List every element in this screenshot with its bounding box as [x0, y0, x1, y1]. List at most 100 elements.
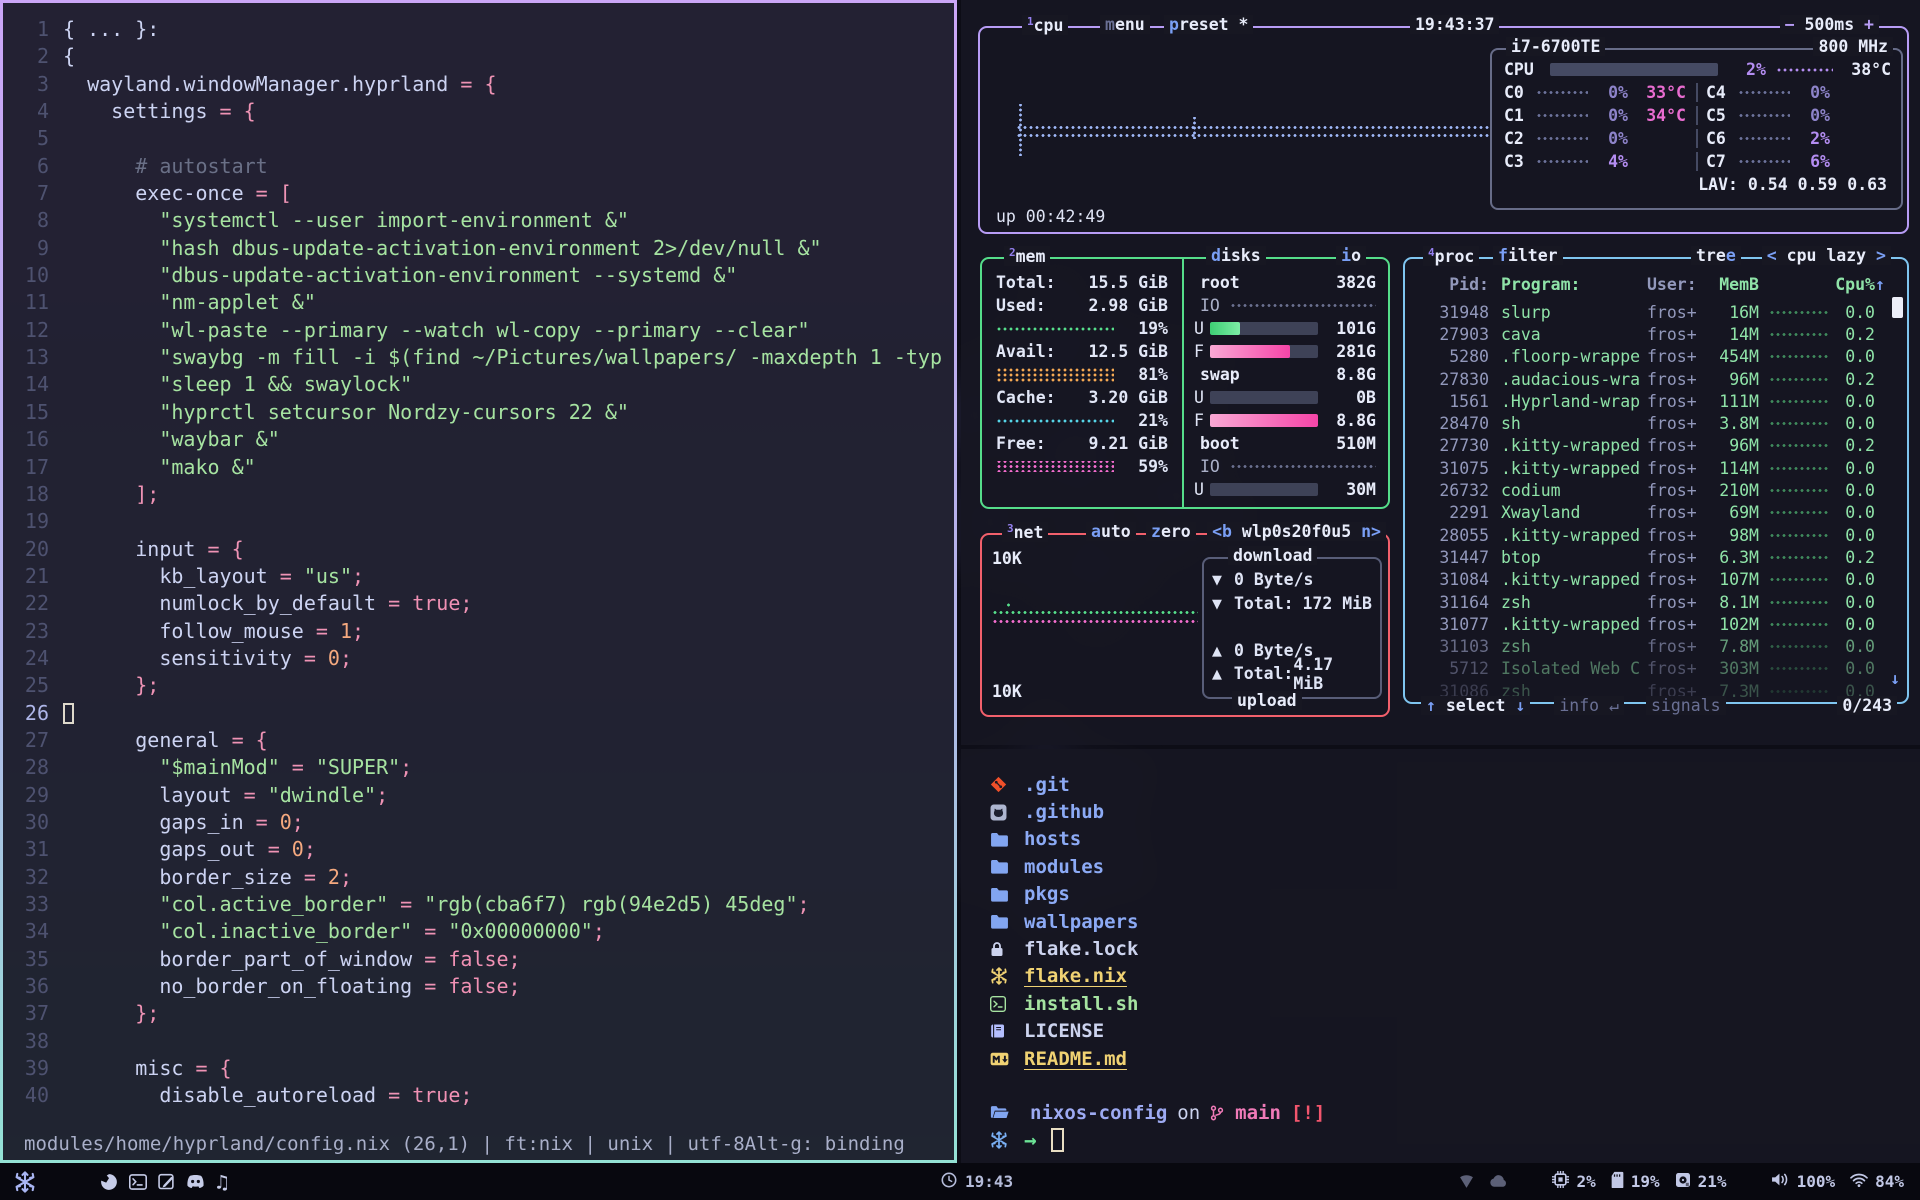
uptime: up 00:42:49 — [996, 207, 1105, 226]
process-row[interactable]: 31948slurpfros+16M0.0 — [1419, 301, 1893, 323]
refresh-rate-control[interactable]: − 500ms + — [1780, 15, 1879, 34]
floorp-taskbar-icon[interactable] — [100, 1172, 118, 1192]
process-row[interactable]: 1561.Hyprland-wrapfros+111M0.0 — [1419, 390, 1893, 412]
code-line: 38 — [3, 1028, 954, 1055]
mem-box: 2mem disks io Total:15.5 GiBUsed:2.98 Gi… — [980, 257, 1390, 509]
line-number: 38 — [3, 1028, 49, 1055]
files-terminal[interactable]: .git.githubhostsmodulespkgswallpapersfla… — [961, 749, 1920, 1163]
line-number: 29 — [3, 782, 49, 809]
clock-readout: 19:43:37 — [1410, 15, 1499, 34]
tray-cloud-icon[interactable] — [1489, 1175, 1508, 1188]
tab-proc[interactable]: 4proc — [1423, 246, 1479, 266]
scrollbar-thumb[interactable] — [1892, 297, 1903, 318]
process-row[interactable]: 31084.kitty-wrappedfros+107M0.0 — [1419, 569, 1893, 591]
process-row[interactable]: 28470shfros+3.8M0.0 — [1419, 412, 1893, 434]
tab-auto[interactable]: auto — [1086, 522, 1136, 541]
process-row[interactable]: 28055.kitty-wrappedfros+98M0.0 — [1419, 524, 1893, 546]
code-line: 29 layout = "dwindle"; — [3, 782, 954, 809]
editor-pane[interactable]: 1{ ... }:2{3 wayland.windowManager.hyprl… — [3, 3, 954, 1160]
terminal-taskbar-icon[interactable] — [129, 1172, 147, 1192]
shell-input-line[interactable]: → — [990, 1126, 1325, 1153]
process-row[interactable]: 26732codiumfros+210M0.0 — [1419, 479, 1893, 501]
speaker-icon — [1771, 1172, 1790, 1191]
taskbar-clock[interactable]: 19:43 — [941, 1172, 1013, 1192]
process-table-header: Pid: Program: User: MemB Cpu% ↑ — [1419, 275, 1893, 294]
clock-icon — [941, 1172, 957, 1192]
tray-wifi-fan-icon[interactable] — [1459, 1175, 1474, 1188]
line-number: 5 — [3, 125, 49, 152]
notes-taskbar-icon[interactable] — [158, 1172, 175, 1192]
wifi-module[interactable]: 84% — [1850, 1172, 1904, 1191]
disk-bar-row: F8.8G — [1194, 409, 1376, 432]
music-taskbar-icon[interactable]: ♫ — [216, 1172, 228, 1192]
scroll-down-icon[interactable]: ↓ — [1890, 669, 1900, 688]
tab-menu[interactable]: menu — [1100, 15, 1150, 34]
code-line: 12 "wl-paste --primary --watch wl-copy -… — [3, 317, 954, 344]
filter-button[interactable]: filter — [1493, 246, 1563, 265]
disk-bar-row: U0B — [1194, 386, 1376, 409]
process-row[interactable]: 27730.kitty-wrappedfros+96M0.2 — [1419, 435, 1893, 457]
line-number: 3 — [3, 71, 49, 98]
cpu-total-row: CPU 2% 38°C — [1504, 58, 1891, 81]
code-line: 26 — [3, 700, 954, 727]
process-row[interactable]: 5280.floorp-wrappefros+454M0.0 — [1419, 346, 1893, 368]
git-icon — [990, 776, 1014, 793]
line-number: 40 — [3, 1082, 49, 1109]
chip-module[interactable]: 2% — [1552, 1171, 1595, 1192]
file-name: flake.lock — [1024, 938, 1138, 960]
process-row[interactable]: 31447btopfros+6.3M0.2 — [1419, 546, 1893, 568]
file-name: wallpapers — [1024, 911, 1138, 933]
code-line: 28 "$mainMod" = "SUPER"; — [3, 754, 954, 781]
disk-io-row: IO — [1194, 455, 1376, 478]
process-row[interactable]: 31075.kitty-wrappedfros+114M0.0 — [1419, 457, 1893, 479]
code-line: 17 "mako &" — [3, 454, 954, 481]
line-number: 16 — [3, 426, 49, 453]
process-row[interactable]: 27830.audacious-wrafros+96M0.2 — [1419, 368, 1893, 390]
disk-module[interactable]: 21% — [1675, 1172, 1727, 1192]
nix-shell-icon — [990, 1131, 1014, 1149]
code-line: 4 settings = { — [3, 98, 954, 125]
process-row[interactable]: 27903cavafros+14M0.2 — [1419, 323, 1893, 345]
tree-toggle[interactable]: tree — [1691, 246, 1741, 265]
line-number: 24 — [3, 645, 49, 672]
process-row[interactable]: 2291Xwaylandfros+69M0.0 — [1419, 502, 1893, 524]
tab-net[interactable]: 3net — [1002, 522, 1048, 542]
process-row[interactable]: 31077.kitty-wrappedfros+102M0.0 — [1419, 613, 1893, 635]
tab-cpu[interactable]: 1cpu — [1022, 15, 1068, 35]
line-number: 2 — [3, 43, 49, 70]
taskbar: ♫ 19:43 2% 19% 21% 100% 84% — [0, 1163, 1920, 1200]
info-button[interactable]: info ↵ — [1554, 696, 1624, 715]
line-number: 19 — [3, 508, 49, 535]
code-line: 16 "waybar &" — [3, 426, 954, 453]
tab-preset[interactable]: preset * — [1164, 15, 1253, 34]
github-icon — [990, 804, 1014, 821]
process-row[interactable]: 31103zshfros+7.8M0.0 — [1419, 635, 1893, 657]
shell-icon — [990, 996, 1014, 1012]
sort-selector[interactable]: < cpu lazy > — [1762, 246, 1891, 265]
mem-stat-row: Avail:12.5 GiB — [996, 340, 1168, 363]
code-line: 31 gaps_out = 0; — [3, 836, 954, 863]
file-name: modules — [1024, 856, 1104, 878]
signals-button[interactable]: signals — [1646, 696, 1726, 715]
net-box: 3net auto zero <b wlp0s20f0u5 n> 10K 10K… — [980, 533, 1390, 717]
code-line: 10 "dbus-update-activation-environment -… — [3, 262, 954, 289]
process-row[interactable]: 31164zshfros+8.1M0.0 — [1419, 591, 1893, 613]
select-button[interactable]: ↑ select ↓ — [1421, 696, 1530, 715]
nixos-menu-button[interactable] — [14, 1171, 36, 1193]
discord-taskbar-icon[interactable] — [186, 1172, 205, 1192]
file-entry[interactable]: README.md — [990, 1045, 1138, 1072]
line-number: 8 — [3, 207, 49, 234]
net-interface-switch[interactable]: <b wlp0s20f0u5 n> — [1207, 522, 1386, 541]
mem-meter-row: 21% — [996, 409, 1168, 432]
line-number: 6 — [3, 153, 49, 180]
file-entry[interactable]: flake.nix — [990, 963, 1138, 990]
disk-bar-row: U30M — [1194, 478, 1376, 501]
speaker-module[interactable]: 100% — [1771, 1172, 1836, 1191]
tab-zero[interactable]: zero — [1146, 522, 1196, 541]
code-line: 2{ — [3, 43, 954, 70]
code-area[interactable]: 1{ ... }:2{3 wayland.windowManager.hyprl… — [3, 16, 954, 1110]
wifi-icon — [1850, 1172, 1868, 1191]
process-row[interactable]: 5712Isolated Web Cfros+303M0.0 — [1419, 658, 1893, 680]
ram-module[interactable]: 19% — [1611, 1171, 1660, 1192]
file-entry: modules — [990, 853, 1138, 880]
